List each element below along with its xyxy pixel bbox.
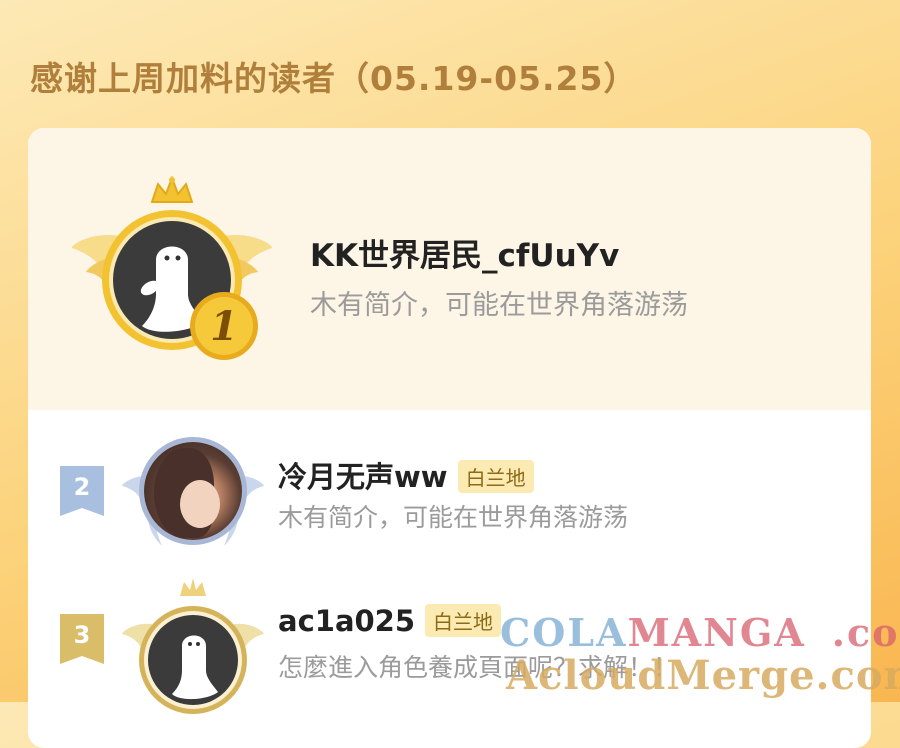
avatar[interactable] <box>120 574 266 714</box>
list-item-rank-3[interactable]: 3 ac1a025 白兰地 怎麼進入角色養成頁面呢？求解！！ <box>28 568 871 748</box>
list-item-rank-2[interactable]: 2 冷月无声ww 白兰地 木有简介，可能在世界角落游荡 <box>28 418 871 558</box>
leaderboard-card: 1 KK世界居民_cfUuYv 木有简介，可能在世界角落游荡 2 冷月无声ww 白… <box>28 128 871 748</box>
rank-1-bio: 木有简介，可能在世界角落游荡 <box>310 290 688 321</box>
top-rank-section[interactable]: 1 KK世界居民_cfUuYv 木有简介，可能在世界角落游荡 <box>28 128 871 410</box>
gold-rank-badge-icon: 1 <box>71 176 273 360</box>
rank-number-3: 3 <box>73 621 91 649</box>
page-title: 感谢上周加料的读者（05.19-05.25） <box>30 59 638 98</box>
rank-1-name[interactable]: KK世界居民_cfUuYv <box>310 230 619 275</box>
avatar[interactable] <box>120 436 266 556</box>
rank-3-name[interactable]: ac1a025 白兰地 <box>278 603 502 640</box>
rank-3-bio: 怎麼進入角色養成頁面呢？求解！！ <box>278 653 679 682</box>
rank-number-1: 1 <box>210 303 238 350</box>
rank-3-name-text: ac1a025 <box>278 604 416 638</box>
rank-2-name[interactable]: 冷月无声ww 白兰地 <box>278 454 534 496</box>
rank-number-2: 2 <box>73 473 91 501</box>
user-photo <box>144 442 242 540</box>
bronze-rank-badge-icon <box>122 578 264 714</box>
rank-2-name-text: 冷月无声ww <box>278 460 448 494</box>
status-badge: 白兰地 <box>425 603 502 637</box>
status-badge: 白兰地 <box>457 459 534 493</box>
rank-2-bio: 木有简介，可能在世界角落游荡 <box>278 503 629 532</box>
